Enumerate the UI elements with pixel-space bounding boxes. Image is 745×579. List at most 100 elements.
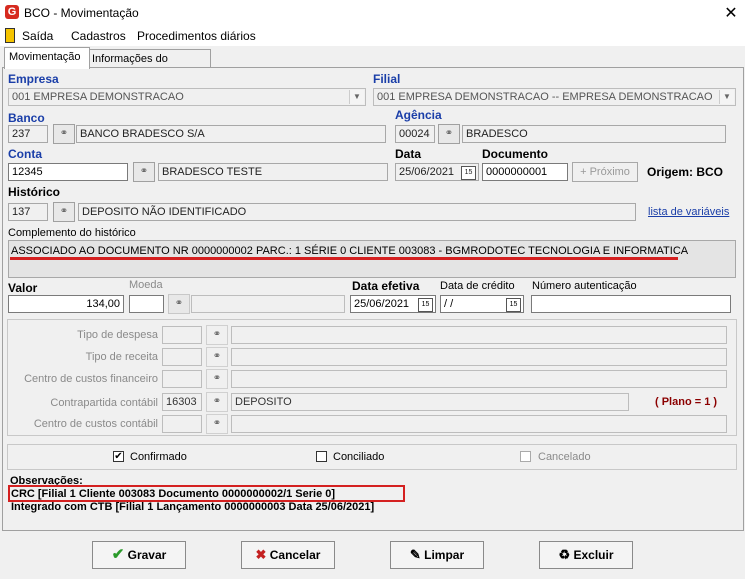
proximo-label: Próximo [589, 166, 630, 178]
centro-financeiro-lookup[interactable]: ⚭ [206, 369, 228, 389]
calendar-icon: 15 [418, 298, 433, 312]
tipo-despesa-label: Tipo de despesa [77, 329, 158, 341]
confirmado-checkbox[interactable]: ✔ [113, 451, 124, 462]
contrapartida-lookup[interactable]: ⚭ [206, 392, 228, 412]
conciliado-label: Conciliado [333, 451, 385, 463]
data-efetiva-field[interactable]: 25/06/2021 15 [350, 295, 436, 313]
num-autenticacao-field[interactable] [531, 295, 731, 313]
moeda-label: Moeda [129, 279, 163, 291]
cancelar-label: Cancelar [269, 548, 321, 562]
filial-value: 001 EMPRESA DEMONSTRACAO -- EMPRESA DEMO… [377, 91, 713, 103]
close-icon[interactable]: ✕ [721, 3, 741, 23]
data-efetiva-label: Data efetiva [352, 279, 420, 293]
filial-select[interactable]: 001 EMPRESA DEMONSTRACAO -- EMPRESA DEMO… [373, 88, 736, 106]
centro-contabil-code[interactable] [162, 415, 202, 433]
cancelar-button[interactable]: ✖ Cancelar [241, 541, 335, 569]
limpar-button[interactable]: ✎ Limpar [390, 541, 484, 569]
tipo-receita-code[interactable] [162, 348, 202, 366]
data-label: Data [395, 147, 422, 161]
documento-field[interactable]: 0000000001 [482, 163, 568, 181]
complemento-label: Complemento do histórico [8, 227, 136, 239]
banco-lookup-button[interactable]: ⚭ [53, 124, 75, 144]
lista-variaveis-link[interactable]: lista de variáveis [648, 206, 729, 218]
tipo-receita-name [231, 348, 727, 366]
trash-icon: ♻ [558, 547, 571, 562]
centro-contabil-lookup[interactable]: ⚭ [206, 414, 228, 434]
conciliado-checkbox[interactable] [316, 451, 327, 462]
binoculars-icon: ⚭ [212, 373, 222, 384]
binoculars-icon: ⚭ [212, 351, 222, 362]
contrapartida-name: DEPOSITO [231, 393, 629, 411]
excluir-label: Excluir [573, 548, 614, 562]
centro-financeiro-name [231, 370, 727, 388]
data-credito-label: Data de crédito [440, 280, 515, 292]
contrapartida-label: Contrapartida contábil [50, 397, 158, 409]
limpar-label: Limpar [424, 548, 465, 562]
valor-field[interactable]: 134,00 [8, 295, 124, 313]
highlight-box [8, 485, 405, 502]
centro-financeiro-code[interactable] [162, 370, 202, 388]
contrapartida-code[interactable]: 16303 [162, 393, 202, 411]
historico-label: Histórico [8, 185, 61, 199]
excluir-button[interactable]: ♻ Excluir [539, 541, 633, 569]
binoculars-icon: ⚭ [139, 166, 149, 177]
x-icon: ✖ [255, 547, 267, 562]
data-value: 25/06/2021 [399, 166, 455, 178]
binoculars-icon: ⚭ [212, 329, 222, 340]
historico-lookup-button[interactable]: ⚭ [53, 202, 75, 222]
data-efetiva-value: 25/06/2021 [354, 298, 410, 310]
proximo-button[interactable]: + Próximo [572, 162, 638, 182]
documento-label: Documento [482, 147, 548, 161]
moeda-name-field [191, 295, 345, 313]
conta-code-field[interactable]: 12345 [8, 163, 128, 181]
calendar-icon: 15 [506, 298, 521, 312]
plus-icon: + [580, 166, 587, 178]
empresa-value: 001 EMPRESA DEMONSTRACAO [12, 91, 184, 103]
agencia-name-field: BRADESCO [462, 125, 726, 143]
empresa-label: Empresa [8, 72, 59, 86]
banco-code-field[interactable]: 237 [8, 125, 48, 143]
tipo-despesa-code[interactable] [162, 326, 202, 344]
binoculars-icon: ⚭ [59, 206, 69, 217]
binoculars-icon: ⚭ [174, 298, 184, 309]
exit-door-icon [5, 28, 15, 43]
menu-cadastros[interactable]: Cadastros [71, 29, 126, 43]
historico-name-field: DEPOSITO NÃO IDENTIFICADO [78, 203, 636, 221]
data-field[interactable]: 25/06/2021 15 [395, 163, 479, 181]
agencia-lookup-button[interactable]: ⚭ [438, 124, 460, 144]
data-credito-value: / / [444, 298, 454, 310]
cancelado-checkbox[interactable] [520, 451, 531, 462]
historico-code-field[interactable]: 137 [8, 203, 48, 221]
conta-name-field: BRADESCO TESTE [158, 163, 388, 181]
chevron-down-icon: ▼ [719, 90, 734, 104]
chevron-down-icon: ▼ [349, 90, 364, 104]
gravar-button[interactable]: ✔ Gravar [92, 541, 186, 569]
tipo-despesa-lookup[interactable]: ⚭ [206, 325, 228, 345]
empresa-select[interactable]: 001 EMPRESA DEMONSTRACAO ▼ [8, 88, 366, 106]
moeda-code-field[interactable] [129, 295, 164, 313]
cancelado-label: Cancelado [538, 451, 591, 463]
gravar-label: Gravar [127, 548, 167, 562]
agencia-code-field[interactable]: 00024 [395, 125, 435, 143]
tipo-receita-lookup[interactable]: ⚭ [206, 347, 228, 367]
num-autenticacao-label: Número autenticação [532, 280, 637, 292]
tab-informacoes-sistema[interactable]: Informações do sistema [87, 49, 211, 83]
observacao-ctb: Integrado com CTB [Filial 1 Lançamento 0… [11, 501, 375, 513]
highlight-underline [10, 257, 678, 260]
centro-financeiro-label: Centro de custos financeiro [24, 373, 158, 385]
app-logo-icon: G [5, 5, 19, 19]
tab-movimentacao[interactable]: Movimentação [4, 47, 90, 69]
window-title: BCO - Movimentação [24, 6, 139, 20]
conta-lookup-button[interactable]: ⚭ [133, 162, 155, 182]
binoculars-icon: ⚭ [444, 128, 454, 139]
eraser-icon: ✎ [409, 547, 421, 562]
moeda-lookup-button[interactable]: ⚭ [168, 294, 190, 314]
valor-label: Valor [8, 281, 38, 295]
menu-procedimentos[interactable]: Procedimentos diários [137, 29, 256, 43]
tipo-despesa-name [231, 326, 727, 344]
centro-contabil-label: Centro de custos contábil [33, 418, 158, 430]
data-credito-field[interactable]: / / 15 [440, 295, 524, 313]
banco-name-field: BANCO BRADESCO S/A [76, 125, 386, 143]
filial-label: Filial [373, 72, 401, 86]
menu-saida[interactable]: Saída [22, 29, 53, 43]
